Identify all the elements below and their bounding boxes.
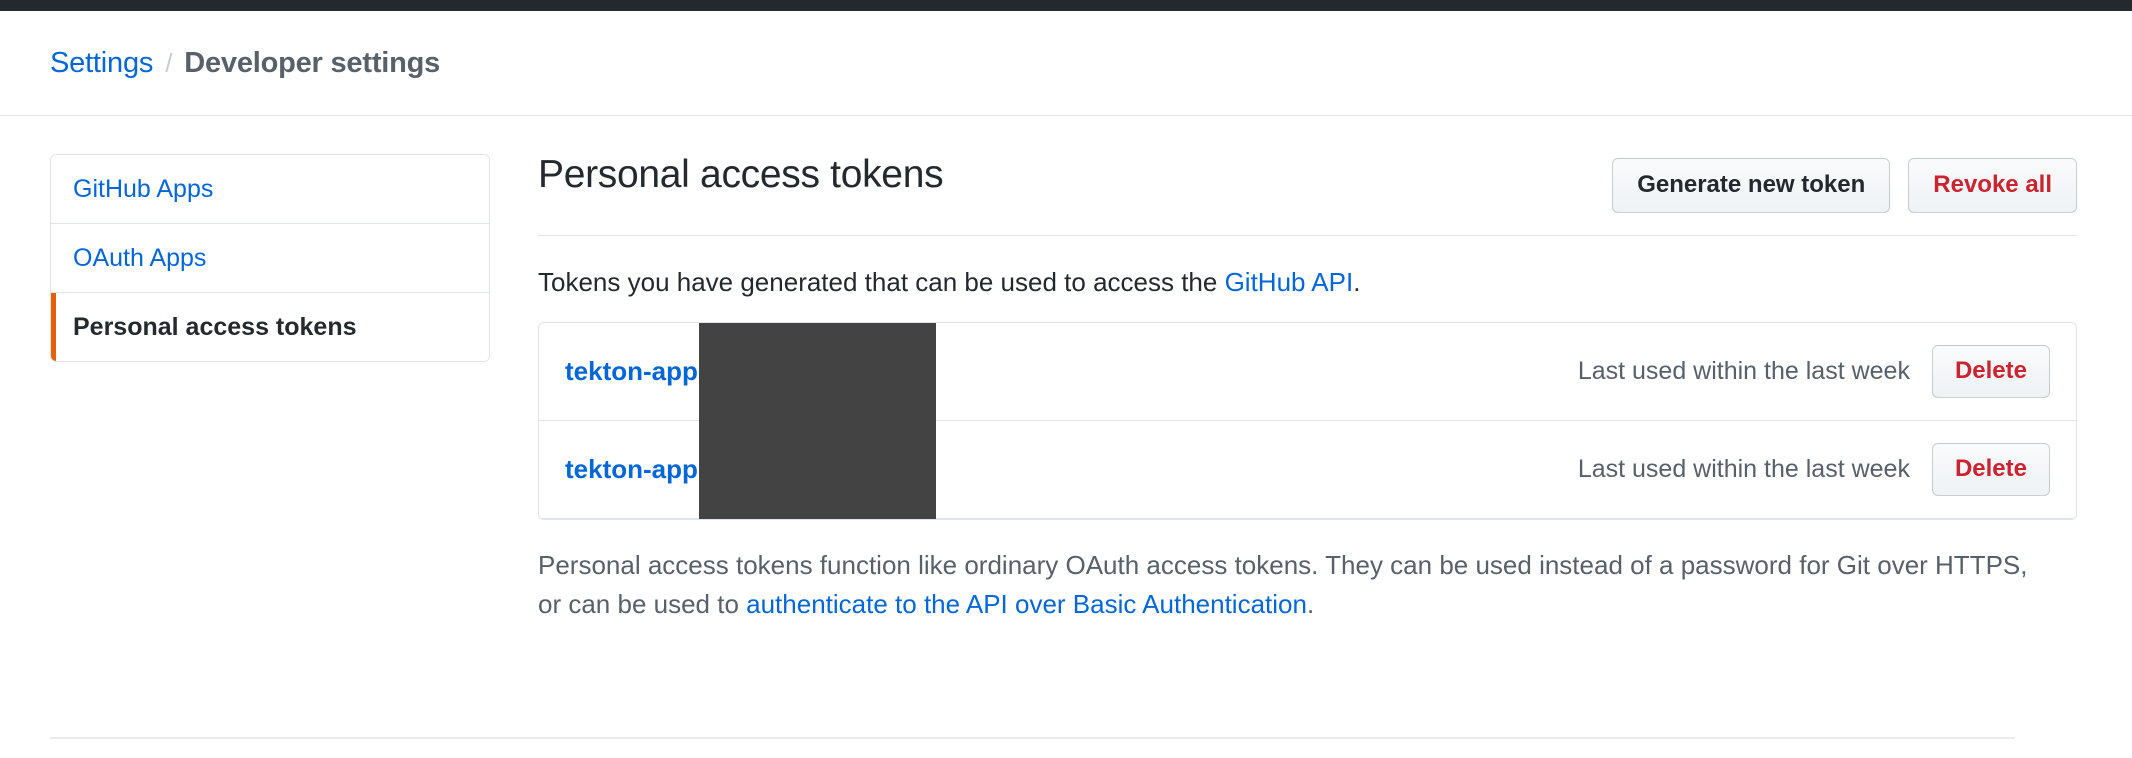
page-layout: GitHub Apps OAuth Apps Personal access t… xyxy=(0,116,2132,624)
token-name-link[interactable]: tekton-app- xyxy=(565,356,707,387)
sidebar-item-label: Personal access tokens xyxy=(73,313,357,341)
footnote-text-after: . xyxy=(1306,589,1315,620)
sidebar-item-oauth-apps[interactable]: OAuth Apps xyxy=(51,224,489,293)
sidebar-item-github-apps[interactable]: GitHub Apps xyxy=(51,155,489,224)
bottom-divider xyxy=(50,737,2015,739)
token-last-used: Last used within the last week xyxy=(1577,357,1910,386)
delete-token-button[interactable]: Delete xyxy=(1931,443,2050,497)
sidebar-item-label: OAuth Apps xyxy=(73,244,207,272)
token-row-actions: Last used within the last week Delete xyxy=(1577,443,2050,497)
token-row-actions: Last used within the last week Delete xyxy=(1577,345,2050,399)
table-row: tekton-app Last used within the last wee… xyxy=(539,421,2076,520)
main-content: Personal access tokens Generate new toke… xyxy=(538,153,2077,624)
page-title: Personal access tokens xyxy=(538,153,944,196)
revoke-all-button[interactable]: Revoke all xyxy=(1908,158,2077,213)
sidebar-item-personal-access-tokens[interactable]: Personal access tokens xyxy=(51,293,489,361)
token-last-used: Last used within the last week xyxy=(1577,455,1910,484)
header-actions: Generate new token Revoke all xyxy=(1612,154,2077,213)
breadcrumb-separator: / xyxy=(165,47,173,78)
table-row: tekton-app- Last used within the last we… xyxy=(539,323,2076,422)
breadcrumb: Settings / Developer settings xyxy=(50,47,440,80)
developer-settings-sidebar: GitHub Apps OAuth Apps Personal access t… xyxy=(50,154,490,362)
token-list: tekton-app- Last used within the last we… xyxy=(538,322,2077,521)
sidebar-item-label: GitHub Apps xyxy=(73,175,214,203)
breadcrumb-current: Developer settings xyxy=(184,46,441,79)
footnote-text: Personal access tokens function like ord… xyxy=(538,546,2038,624)
content-header: Personal access tokens Generate new toke… xyxy=(538,153,2077,236)
github-api-link[interactable]: GitHub API xyxy=(1225,267,1354,297)
generate-new-token-button[interactable]: Generate new token xyxy=(1612,158,1891,213)
intro-text-before: Tokens you have generated that can be us… xyxy=(538,266,1225,297)
intro-text: Tokens you have generated that can be us… xyxy=(538,264,2077,300)
breadcrumb-settings-link[interactable]: Settings xyxy=(50,47,153,80)
token-name-link[interactable]: tekton-app xyxy=(565,454,698,485)
page-header: Settings / Developer settings xyxy=(0,11,2132,116)
basic-authentication-link[interactable]: authenticate to the API over Basic Authe… xyxy=(746,589,1307,619)
top-navigation-bar xyxy=(0,0,2132,11)
delete-token-button[interactable]: Delete xyxy=(1931,345,2050,399)
intro-text-after: . xyxy=(1353,266,1361,297)
